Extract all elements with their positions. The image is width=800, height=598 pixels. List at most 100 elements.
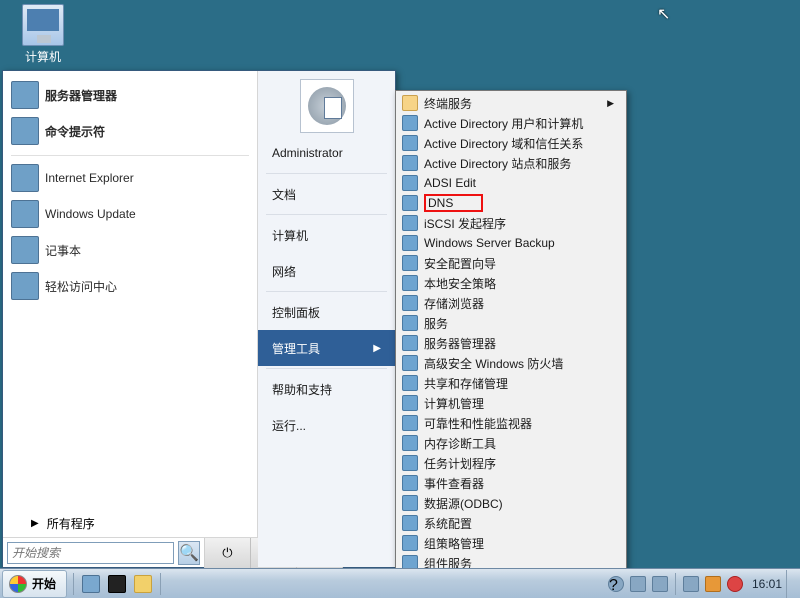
tool-icon [402, 395, 418, 411]
submenu-item[interactable]: 任务计划程序 [398, 453, 624, 473]
menu-item-label: 命令提示符 [45, 123, 105, 140]
menu-item-label: 文档 [272, 186, 296, 203]
submenu-item[interactable]: 可靠性和性能监视器 [398, 413, 624, 433]
menu-item-label: 计算机 [272, 227, 308, 244]
submenu-item[interactable]: 计算机管理 [398, 393, 624, 413]
user-avatar[interactable] [300, 79, 354, 133]
submenu-item[interactable]: 数据源(ODBC) [398, 493, 624, 513]
start-right-item[interactable]: 控制面板 [258, 294, 395, 330]
menu-item-label: 帮助和支持 [272, 381, 332, 398]
tool-icon [402, 155, 418, 171]
submenu-item[interactable]: 内存诊断工具 [398, 433, 624, 453]
menu-item-label: 共享和存储管理 [424, 375, 508, 392]
clock[interactable]: 16:01 [752, 577, 782, 591]
menu-item-label: 安全配置向导 [424, 255, 496, 272]
start-right-item[interactable]: 文档 [258, 176, 395, 212]
tool-icon [402, 355, 418, 371]
triangle-right-icon: ▶ [31, 518, 39, 529]
submenu-item[interactable]: 事件查看器 [398, 473, 624, 493]
system-tray: ? 16:01 [599, 570, 800, 598]
tool-icon [402, 255, 418, 271]
quick-launch-item[interactable] [130, 572, 156, 596]
submenu-item[interactable]: Windows Server Backup [398, 233, 624, 253]
submenu-item[interactable]: 组策略管理 [398, 533, 624, 553]
search-input[interactable] [7, 542, 174, 564]
tool-icon [402, 495, 418, 511]
submenu-item[interactable]: 共享和存储管理 [398, 373, 624, 393]
power-button[interactable]: ⏻ [205, 538, 251, 568]
submenu-item[interactable]: 服务 [398, 313, 624, 333]
submenu-item[interactable]: 存储浏览器 [398, 293, 624, 313]
highlighted-item: DNS [424, 194, 483, 212]
menu-item-label: 可靠性和性能监视器 [424, 415, 532, 432]
start-button[interactable]: 开始 [2, 570, 67, 598]
all-programs[interactable]: ▶ 所有程序 [3, 509, 257, 537]
start-right-item[interactable]: 管理工具▶ [258, 330, 395, 366]
tray-icon[interactable] [652, 576, 668, 592]
search-button[interactable]: 🔍 [178, 541, 200, 565]
tool-icon [402, 295, 418, 311]
menu-item-label: 运行... [272, 417, 306, 434]
submenu-item[interactable]: 终端服务 ▶ [398, 93, 624, 113]
tool-icon [402, 335, 418, 351]
explorer-icon [134, 575, 152, 593]
separator [266, 214, 387, 215]
separator [11, 155, 249, 156]
submenu-item[interactable]: iSCSI 发起程序 [398, 213, 624, 233]
tool-icon [402, 515, 418, 531]
quick-launch-item[interactable] [104, 572, 130, 596]
alert-icon[interactable] [705, 576, 721, 592]
start-label: 开始 [32, 575, 56, 592]
separator [160, 573, 161, 595]
chevron-right-icon: ▶ [607, 98, 614, 109]
desktop-icon-computer[interactable]: 计算机 [14, 4, 72, 65]
submenu-item[interactable]: Active Directory 用户和计算机 [398, 113, 624, 133]
submenu-item[interactable]: DNS [398, 193, 624, 213]
separator [675, 573, 676, 595]
menu-item-label: Windows Server Backup [424, 236, 555, 250]
tool-icon [402, 455, 418, 471]
submenu-item[interactable]: Active Directory 域和信任关系 [398, 133, 624, 153]
start-right-item[interactable]: 运行... [258, 407, 395, 443]
submenu-item[interactable]: 安全配置向导 [398, 253, 624, 273]
menu-item-label: 数据源(ODBC) [424, 495, 503, 512]
start-menu-item[interactable]: Windows Update [3, 196, 257, 232]
menu-item-label: 高级安全 Windows 防火墙 [424, 355, 563, 372]
submenu-item[interactable]: 系统配置 [398, 513, 624, 533]
menu-item-label: 终端服务 [424, 95, 472, 112]
separator [266, 368, 387, 369]
app-icon [11, 164, 39, 192]
network-icon[interactable] [683, 576, 699, 592]
menu-item-label: 组策略管理 [424, 535, 484, 552]
menu-item-label: Windows Update [45, 207, 136, 221]
menu-item-label: iSCSI 发起程序 [424, 215, 506, 232]
help-icon[interactable]: ? [608, 576, 624, 592]
tool-icon [402, 275, 418, 291]
start-right-item[interactable]: 计算机 [258, 217, 395, 253]
separator [266, 173, 387, 174]
separator [266, 291, 387, 292]
start-right-item[interactable]: 网络 [258, 253, 395, 289]
menu-item-label: Active Directory 站点和服务 [424, 155, 571, 172]
start-menu-item[interactable]: 记事本 [3, 232, 257, 268]
start-menu-item[interactable]: 服务器管理器 [3, 77, 257, 113]
submenu-item[interactable]: 本地安全策略 [398, 273, 624, 293]
menu-item-label: 任务计划程序 [424, 455, 496, 472]
menu-item-label: 控制面板 [272, 304, 320, 321]
submenu-item[interactable]: 服务器管理器 [398, 333, 624, 353]
tray-icon[interactable] [630, 576, 646, 592]
start-menu-item[interactable]: 命令提示符 [3, 113, 257, 149]
quick-launch-item[interactable] [78, 572, 104, 596]
submenu-item[interactable]: 高级安全 Windows 防火墙 [398, 353, 624, 373]
tool-icon [402, 315, 418, 331]
security-warning-icon[interactable] [727, 576, 743, 592]
start-menu-item[interactable]: 轻松访问中心 [3, 268, 257, 304]
menu-item-label: 轻松访问中心 [45, 278, 117, 295]
start-right-item[interactable]: 帮助和支持 [258, 371, 395, 407]
show-desktop-button[interactable] [786, 570, 794, 598]
start-menu-item[interactable]: Internet Explorer [3, 160, 257, 196]
submenu-item[interactable]: ADSI Edit [398, 173, 624, 193]
submenu-item[interactable]: Active Directory 站点和服务 [398, 153, 624, 173]
menu-item-label: 记事本 [45, 242, 81, 259]
user-name[interactable]: Administrator [258, 135, 395, 171]
